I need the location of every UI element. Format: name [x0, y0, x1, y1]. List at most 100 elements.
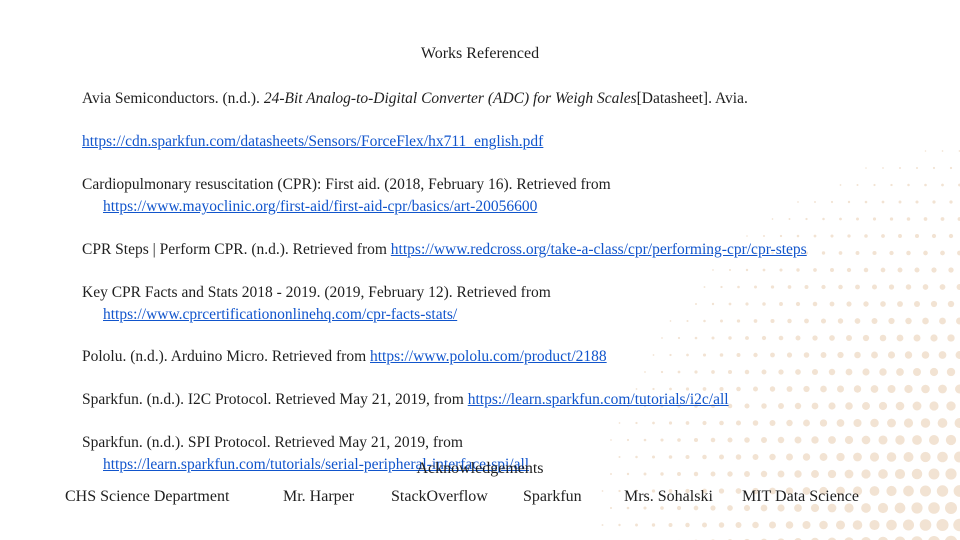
- decorative-dot: [828, 436, 836, 444]
- decorative-dot: [861, 503, 871, 513]
- decorative-dot: [754, 285, 757, 289]
- decorative-dot: [677, 336, 681, 340]
- acknowledgement-name: Mrs. Sohalski: [624, 488, 713, 505]
- decorative-dot: [881, 234, 885, 238]
- decorative-dot: [761, 335, 767, 341]
- decorative-dot: [953, 518, 960, 532]
- decorative-dot: [821, 284, 826, 290]
- decorative-dot: [796, 234, 800, 238]
- decorative-dot: [736, 319, 741, 323]
- decorative-dot: [931, 267, 937, 273]
- decorative-dot: [769, 420, 776, 426]
- decorative-dot: [946, 401, 956, 411]
- decorative-dot: [871, 351, 878, 359]
- decorative-dot: [830, 200, 834, 204]
- decorative-dot: [869, 486, 880, 496]
- reference-link[interactable]: https://www.cprcertificationonlinehq.com…: [103, 306, 457, 323]
- decorative-dot: [888, 317, 895, 325]
- decorative-dot: [936, 518, 949, 532]
- decorative-dot: [660, 506, 664, 510]
- decorative-dot: [928, 434, 940, 446]
- decorative-dot: [839, 217, 842, 221]
- decorative-dot: [881, 200, 885, 204]
- reference-link[interactable]: https://www.redcross.org/take-a-class/cp…: [391, 241, 807, 258]
- acknowledgement-name: MIT Data Science: [742, 488, 859, 505]
- decorative-dot: [652, 421, 655, 425]
- reference-sparkfun-i2c: Sparkfun. (n.d.). I2C Protocol. Retrieve…: [82, 389, 729, 411]
- decorative-dot: [618, 422, 621, 424]
- reference-text: [Datasheet]. Avia.: [636, 90, 748, 107]
- decorative-dot: [710, 437, 716, 443]
- decorative-dot: [693, 437, 699, 443]
- decorative-dot: [828, 402, 836, 410]
- decorative-dot: [954, 418, 960, 428]
- decorative-dot: [895, 435, 905, 445]
- decorative-dot: [880, 301, 886, 307]
- decorative-dot: [922, 284, 929, 290]
- decorative-dot: [924, 150, 927, 152]
- decorative-dot: [676, 505, 682, 511]
- decorative-dot: [938, 351, 947, 359]
- decorative-dot: [660, 438, 664, 442]
- reference-link[interactable]: https://cdn.sparkfun.com/datasheets/Sens…: [82, 133, 543, 150]
- decorative-dot: [955, 384, 960, 394]
- decorative-dot: [930, 334, 938, 342]
- decorative-dot: [889, 250, 894, 256]
- decorative-dot: [914, 233, 920, 239]
- reference-text: Sparkfun. (n.d.). I2C Protocol. Retrieve…: [82, 391, 468, 408]
- decorative-dot: [771, 218, 774, 220]
- decorative-dot: [879, 368, 887, 376]
- decorative-dot: [931, 233, 937, 239]
- decorative-dot: [877, 502, 889, 514]
- decorative-dot: [760, 436, 768, 444]
- decorative-dot: [651, 455, 656, 459]
- decorative-dot: [720, 319, 723, 323]
- reference-link[interactable]: https://learn.sparkfun.com/tutorials/i2c…: [468, 391, 729, 408]
- decorative-dot: [912, 435, 922, 445]
- decorative-dot: [668, 523, 673, 527]
- decorative-dot: [948, 267, 954, 273]
- decorative-dot: [635, 421, 638, 425]
- decorative-dot: [753, 352, 758, 358]
- decorative-dot: [694, 336, 698, 340]
- acknowledgements-title: Acknowledgements: [416, 460, 544, 477]
- decorative-dot: [937, 418, 948, 428]
- decorative-dot: [803, 352, 810, 358]
- acknowledgement-name: Mr. Harper: [283, 488, 355, 505]
- decorative-dot: [886, 485, 897, 497]
- decorative-dot: [947, 334, 955, 342]
- decorative-dot: [718, 488, 725, 494]
- decorative-dot: [728, 302, 732, 306]
- decorative-dot: [905, 317, 912, 325]
- reference-link[interactable]: https://www.mayoclinic.org/first-aid/fir…: [103, 198, 537, 215]
- decorative-dot: [852, 520, 863, 530]
- decorative-dot: [610, 439, 612, 441]
- decorative-dot: [769, 386, 776, 392]
- decorative-dot: [762, 302, 766, 306]
- decorative-dot: [895, 401, 905, 411]
- decorative-dot: [668, 421, 673, 425]
- decorative-dot: [770, 318, 775, 324]
- decorative-dot: [864, 234, 868, 238]
- decorative-dot: [728, 336, 732, 340]
- decorative-dot: [693, 505, 699, 511]
- decorative-dot: [872, 217, 877, 221]
- acknowledgement-name: StackOverflow: [391, 488, 488, 505]
- reference-link[interactable]: https://www.pololu.com/product/2188: [370, 348, 607, 365]
- decorative-dot: [777, 436, 785, 444]
- decorative-dot: [956, 317, 960, 325]
- decorative-dot: [923, 217, 928, 221]
- decorative-dot: [949, 166, 953, 170]
- decorative-dot: [830, 268, 834, 272]
- decorative-dot: [946, 367, 956, 377]
- decorative-dot: [899, 167, 901, 169]
- decorative-dot: [735, 420, 742, 426]
- acknowledgement-name: CHS Science Department: [65, 488, 230, 505]
- decorative-dot: [718, 454, 725, 460]
- decorative-dot: [905, 284, 912, 290]
- decorative-dot: [819, 419, 828, 427]
- decorative-dot: [778, 403, 784, 409]
- reference-avia: Avia Semiconductors. (n.d.). 24-Bit Anal…: [82, 88, 748, 110]
- decorative-dot: [847, 234, 851, 238]
- decorative-dot: [660, 370, 664, 374]
